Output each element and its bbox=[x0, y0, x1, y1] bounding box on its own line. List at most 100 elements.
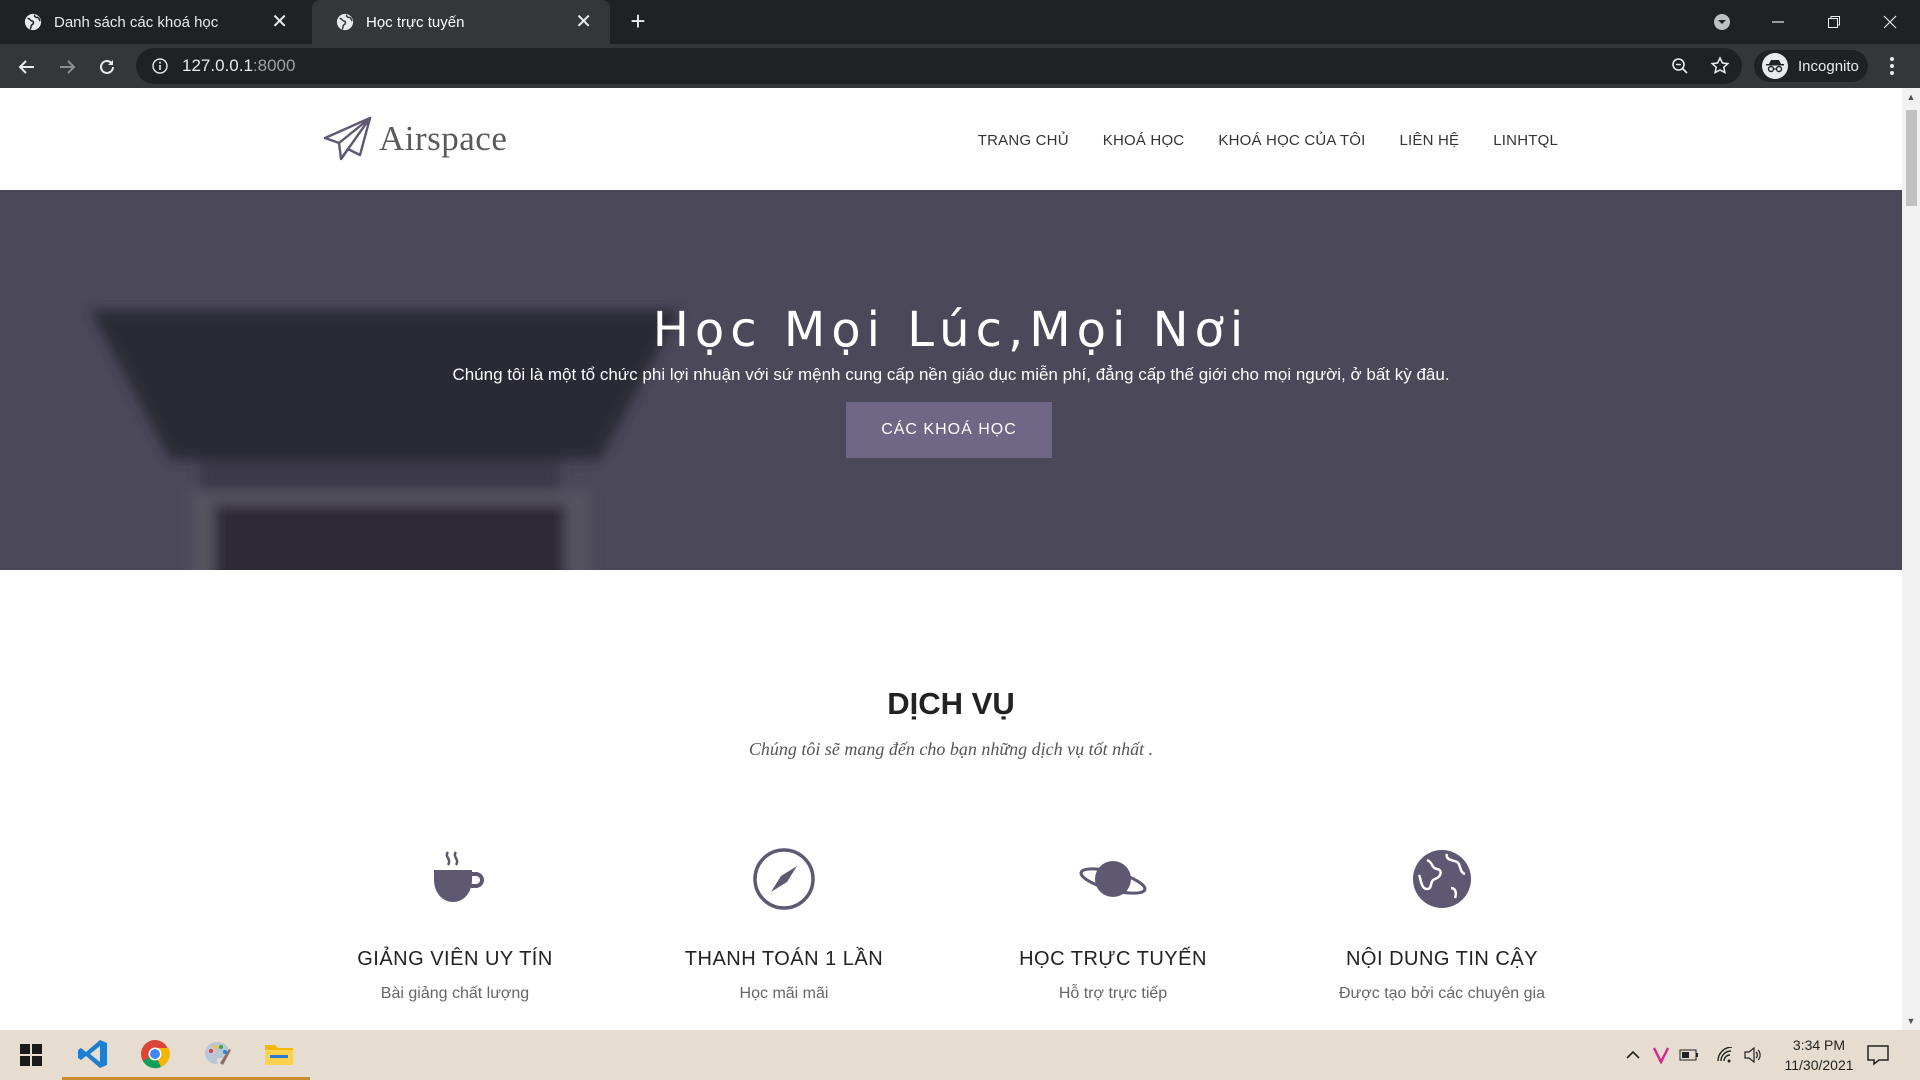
taskbar-vscode[interactable] bbox=[62, 1030, 124, 1080]
site-header: Airspace TRANG CHỦ KHOÁ HỌC KHOÁ HỌC CỦA… bbox=[0, 88, 1902, 190]
feature-card: GIẢNG VIÊN UY TÍN Bài giảng chất lượng bbox=[305, 844, 605, 1003]
services-title: DỊCH VỤ bbox=[887, 686, 1015, 721]
address-bar[interactable]: 127.0.0.1:8000 bbox=[136, 48, 1742, 84]
restore-icon bbox=[1828, 16, 1840, 28]
planet-icon bbox=[1079, 861, 1147, 897]
system-clock[interactable]: 3:34 PM 11/30/2021 bbox=[1764, 1035, 1874, 1075]
v-app-icon bbox=[1652, 1047, 1670, 1064]
speaker-icon bbox=[1744, 1047, 1761, 1063]
feature-description: Hỗ trợ trực tiếp bbox=[1058, 985, 1168, 1002]
hero-section: Học Mọi Lúc,Mọi Nơi Chúng tôi là một tổ … bbox=[0, 190, 1902, 570]
wifi-icon bbox=[1717, 1047, 1733, 1063]
vscode-icon bbox=[78, 1039, 107, 1068]
tab-title: Học trực tuyến bbox=[366, 13, 465, 31]
nav-courses[interactable]: KHOÁ HỌC bbox=[1103, 132, 1185, 149]
hero-title: Học Mọi Lúc,Mọi Nơi bbox=[652, 302, 1250, 358]
close-tab-icon[interactable]: ✕ bbox=[575, 12, 592, 32]
feature-card: THANH TOÁN 1 LẦN Học mãi mãi bbox=[634, 844, 934, 1003]
notification-center-icon[interactable] bbox=[1866, 1043, 1890, 1067]
browser-tab-bar: Danh sách các khoá học ✕ Học trực tuyến … bbox=[0, 0, 1920, 44]
brand-name: Airspace bbox=[379, 119, 508, 158]
minimize-icon bbox=[1772, 21, 1784, 23]
bookmark-button[interactable] bbox=[1708, 54, 1732, 78]
nav-my-courses[interactable]: KHOÁ HỌC CỦA TÔI bbox=[1218, 132, 1365, 149]
profile-label: Incognito bbox=[1798, 57, 1859, 75]
start-button[interactable] bbox=[0, 1030, 62, 1080]
scrollbar-thumb[interactable] bbox=[1906, 110, 1917, 206]
back-button[interactable] bbox=[14, 54, 40, 80]
windows-taskbar: 3:34 PM 11/30/2021 bbox=[0, 1030, 1920, 1080]
scroll-down-arrow-icon[interactable]: ▼ bbox=[1902, 1012, 1920, 1030]
courses-button[interactable]: CÁC KHOÁ HỌC bbox=[846, 402, 1052, 458]
chevron-up-icon bbox=[1626, 1050, 1640, 1059]
feature-description: Học mãi mãi bbox=[739, 985, 829, 1002]
url-host: 127.0.0.1 bbox=[182, 56, 253, 75]
minimize-button[interactable] bbox=[1750, 0, 1806, 44]
browser-menu-button[interactable] bbox=[1882, 54, 1902, 78]
feature-title: THANH TOÁN 1 LẦN bbox=[684, 948, 884, 970]
folder-icon bbox=[265, 1044, 293, 1065]
battery-button[interactable] bbox=[1676, 1030, 1702, 1080]
arrow-right-icon bbox=[60, 60, 76, 74]
nav-contact[interactable]: LIÊN HỆ bbox=[1399, 132, 1459, 149]
globe-icon bbox=[1413, 850, 1471, 908]
browser-tab-course-list[interactable]: Danh sách các khoá học ✕ bbox=[0, 0, 306, 44]
restore-button[interactable] bbox=[1806, 0, 1862, 44]
battery-icon bbox=[1679, 1049, 1698, 1061]
incognito-icon bbox=[1762, 53, 1788, 79]
zoom-button[interactable] bbox=[1668, 54, 1692, 78]
feature-card: HỌC TRỰC TUYẾN Hỗ trợ trực tiếp bbox=[963, 844, 1263, 1003]
paper-plane-icon bbox=[323, 116, 372, 161]
main-nav: TRANG CHỦ KHOÁ HỌC KHOÁ HỌC CỦA TÔI LIÊN… bbox=[978, 132, 1558, 149]
clock-date: 11/30/2021 bbox=[1784, 1057, 1854, 1073]
zoom-out-icon bbox=[1672, 58, 1688, 74]
windows-logo-icon bbox=[20, 1044, 42, 1066]
page-scrollbar[interactable]: ▲ ▼ bbox=[1902, 88, 1920, 1030]
globe-icon bbox=[24, 13, 42, 31]
close-window-button[interactable] bbox=[1862, 0, 1918, 44]
globe-icon bbox=[336, 13, 354, 31]
services-subtitle: Chúng tôi sẽ mang đến cho bạn những dịch… bbox=[748, 739, 1154, 759]
close-icon bbox=[1883, 15, 1897, 29]
reload-icon bbox=[100, 59, 114, 74]
url-text[interactable]: 127.0.0.1:8000 bbox=[182, 56, 295, 76]
nav-user-account[interactable]: LINHTQL bbox=[1493, 132, 1558, 149]
hero-subtitle: Chúng tôi là một tổ chức phi lợi nhuận v… bbox=[452, 365, 1450, 384]
scroll-up-arrow-icon[interactable]: ▲ bbox=[1902, 88, 1920, 106]
taskbar-chrome[interactable] bbox=[124, 1030, 186, 1080]
chevron-down-circle-icon bbox=[1714, 14, 1730, 30]
arrow-left-icon bbox=[18, 60, 34, 74]
paint-palette-icon bbox=[205, 1041, 231, 1065]
browser-toolbar: 127.0.0.1:8000 Incognito bbox=[0, 44, 1920, 88]
volume-button[interactable] bbox=[1740, 1030, 1766, 1080]
tab-title: Danh sách các khoá học bbox=[54, 13, 219, 31]
coffee-cup-icon bbox=[434, 851, 484, 902]
forward-button[interactable] bbox=[54, 54, 80, 80]
site-logo[interactable]: Airspace bbox=[323, 114, 507, 164]
reload-button[interactable] bbox=[94, 54, 120, 80]
show-hidden-icons-button[interactable] bbox=[1620, 1030, 1646, 1080]
feature-description: Bài giảng chất lượng bbox=[380, 985, 530, 1002]
taskbar-file-explorer[interactable] bbox=[248, 1030, 310, 1080]
incognito-profile-button[interactable]: Incognito bbox=[1754, 50, 1868, 82]
chrome-icon bbox=[141, 1039, 170, 1068]
star-icon bbox=[1710, 56, 1730, 75]
feature-description: Được tạo bởi các chuyên gia bbox=[1338, 985, 1545, 1002]
browser-tab-online-learning[interactable]: Học trực tuyến ✕ bbox=[312, 0, 610, 44]
url-port: :8000 bbox=[252, 56, 296, 75]
close-tab-icon[interactable]: ✕ bbox=[271, 12, 288, 32]
feature-card: NỘI DUNG TIN CẬY Được tạo bởi các chuyên… bbox=[1292, 844, 1592, 1003]
new-tab-button[interactable]: + bbox=[624, 8, 652, 36]
feature-title: NỘI DUNG TIN CẬY bbox=[1345, 948, 1539, 970]
taskbar-paint[interactable] bbox=[186, 1030, 248, 1080]
info-icon[interactable] bbox=[152, 58, 168, 74]
clock-time: 3:34 PM bbox=[1792, 1037, 1846, 1053]
web-page: Airspace TRANG CHỦ KHOÁ HỌC KHOÁ HỌC CỦA… bbox=[0, 88, 1902, 1030]
tab-search-button[interactable] bbox=[1694, 0, 1750, 44]
wifi-button[interactable] bbox=[1712, 1030, 1738, 1080]
more-vertical-icon bbox=[1890, 57, 1894, 75]
compass-icon bbox=[753, 848, 815, 910]
feature-title: GIẢNG VIÊN UY TÍN bbox=[357, 948, 553, 970]
nav-home[interactable]: TRANG CHỦ bbox=[978, 132, 1069, 149]
tray-app-v[interactable] bbox=[1648, 1030, 1674, 1080]
